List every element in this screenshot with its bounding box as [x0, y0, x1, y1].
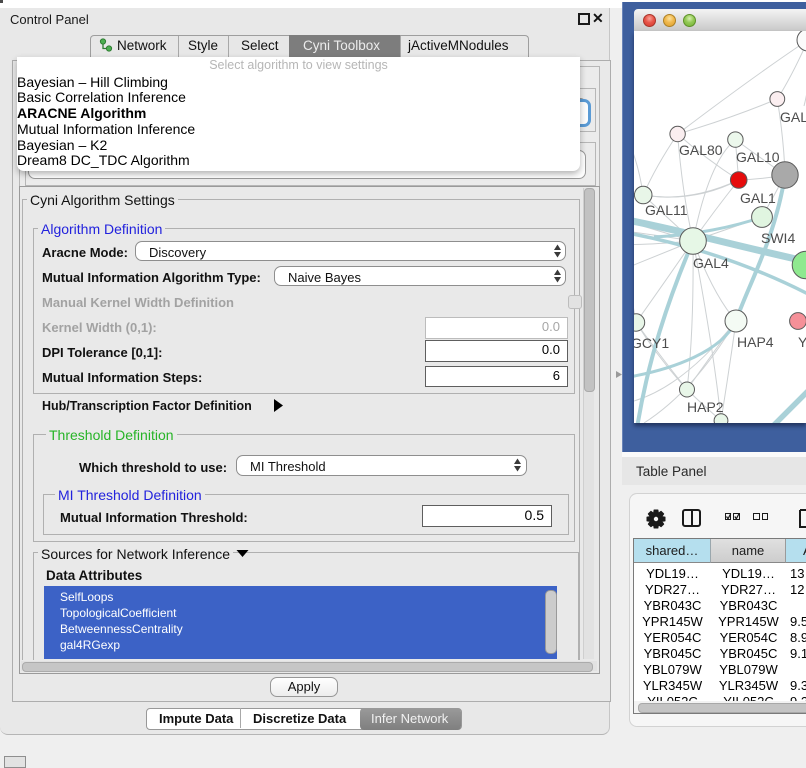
svg-text:GAL4: GAL4: [693, 255, 729, 271]
svg-text:Y: Y: [798, 334, 806, 350]
svg-text:GAL80: GAL80: [679, 142, 723, 158]
svg-text:GCY1: GCY1: [634, 335, 669, 351]
svg-text:GAL1: GAL1: [740, 190, 776, 206]
svg-text:HAP4: HAP4: [737, 334, 774, 350]
svg-text:GAL10: GAL10: [736, 149, 780, 165]
svg-text:HAP2: HAP2: [687, 399, 724, 415]
svg-text:GAL7: GAL7: [780, 109, 806, 125]
svg-text:GAL11: GAL11: [645, 202, 688, 218]
svg-text:SWI4: SWI4: [761, 230, 795, 246]
